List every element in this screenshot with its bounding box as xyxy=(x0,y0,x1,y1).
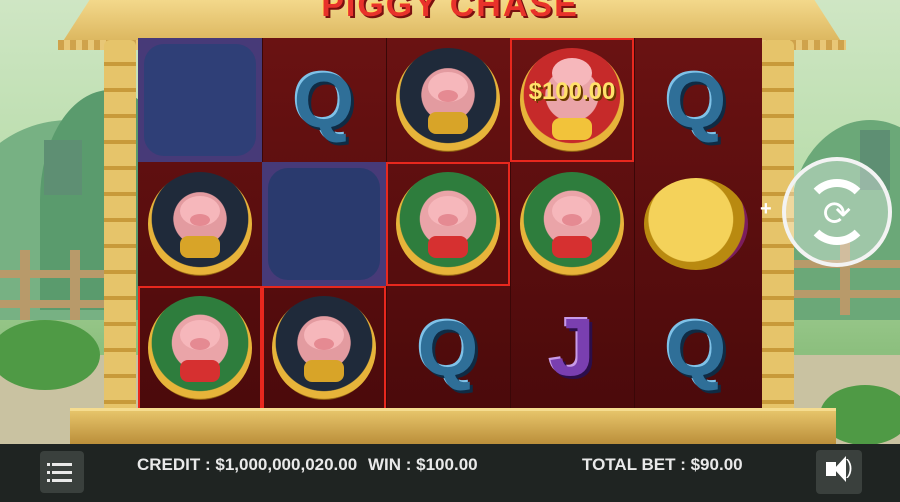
menu-icon xyxy=(52,479,72,482)
menu-icon xyxy=(47,479,50,482)
q-symbol: Q xyxy=(665,56,727,144)
fence-post xyxy=(70,250,80,320)
q-symbol: Q xyxy=(665,304,727,392)
spin-plus-icon: + xyxy=(760,198,772,220)
reel-cell-j: J xyxy=(510,286,634,410)
wolf-symbol-icon xyxy=(144,44,256,156)
credit-display: CREDIT : $1,000,000,020.00 xyxy=(137,455,358,474)
j-symbol: J xyxy=(549,302,595,393)
reel-cell-q: Q xyxy=(634,286,758,410)
golden-piggy-bank-icon xyxy=(644,178,748,270)
spin-button[interactable]: ⟳ xyxy=(782,157,892,267)
menu-icon xyxy=(52,463,72,466)
gold-pot-icon xyxy=(180,236,220,258)
winning-cell-highlight xyxy=(262,286,386,410)
fence-rail xyxy=(0,270,110,278)
spin-arrows-icon: ⟳ xyxy=(822,195,852,233)
bamboo-post-left xyxy=(104,40,136,435)
menu-icon xyxy=(47,463,50,466)
reel-cell-prize-pig-winning: $100.00 xyxy=(510,38,634,162)
q-symbol: Q xyxy=(417,304,479,392)
total-bet-display[interactable]: TOTAL BET : $90.00 xyxy=(582,455,743,475)
winning-cell-highlight xyxy=(386,162,510,286)
sound-waves-icon: ) xyxy=(846,457,853,479)
pagoda-silhouette xyxy=(44,140,82,195)
win-display: WIN : $100.00 xyxy=(368,455,478,474)
fence-post xyxy=(20,250,30,320)
winning-cell-highlight xyxy=(138,286,262,410)
reel-cell-golden-pig xyxy=(634,162,758,286)
reel-cell-pig xyxy=(510,162,634,286)
winning-cell-highlight xyxy=(510,38,634,162)
reel-cell-q: Q xyxy=(386,286,510,410)
fence-rail xyxy=(0,300,110,308)
speaker-icon xyxy=(834,456,846,482)
q-symbol: Q xyxy=(293,56,355,144)
red-envelope-icon xyxy=(552,236,592,258)
reel-cell-pig-winning xyxy=(262,286,386,410)
pig-snout xyxy=(190,214,210,226)
menu-icon xyxy=(47,471,50,474)
reel-cell-q: Q xyxy=(262,38,386,162)
reel-cell-pig xyxy=(386,38,510,162)
reel-cell-wolf xyxy=(262,162,386,286)
menu-button[interactable] xyxy=(40,451,84,493)
pig-snout xyxy=(438,90,458,102)
reel-tray xyxy=(70,408,836,447)
sound-button[interactable]: ) xyxy=(816,450,862,494)
wolf-with-hat-symbol-icon xyxy=(268,168,380,280)
reel-cell-pig xyxy=(138,162,262,286)
gold-pot-icon xyxy=(428,112,468,134)
reel-cell-q: Q xyxy=(634,38,758,162)
game-title: PIGGY CHASE xyxy=(321,0,579,24)
reel-cell-pig-winning xyxy=(138,286,262,410)
pig-snout xyxy=(562,214,582,226)
reel-cell-pig-winning xyxy=(386,162,510,286)
reel-cell-wolf xyxy=(138,38,262,162)
menu-icon xyxy=(52,471,72,474)
